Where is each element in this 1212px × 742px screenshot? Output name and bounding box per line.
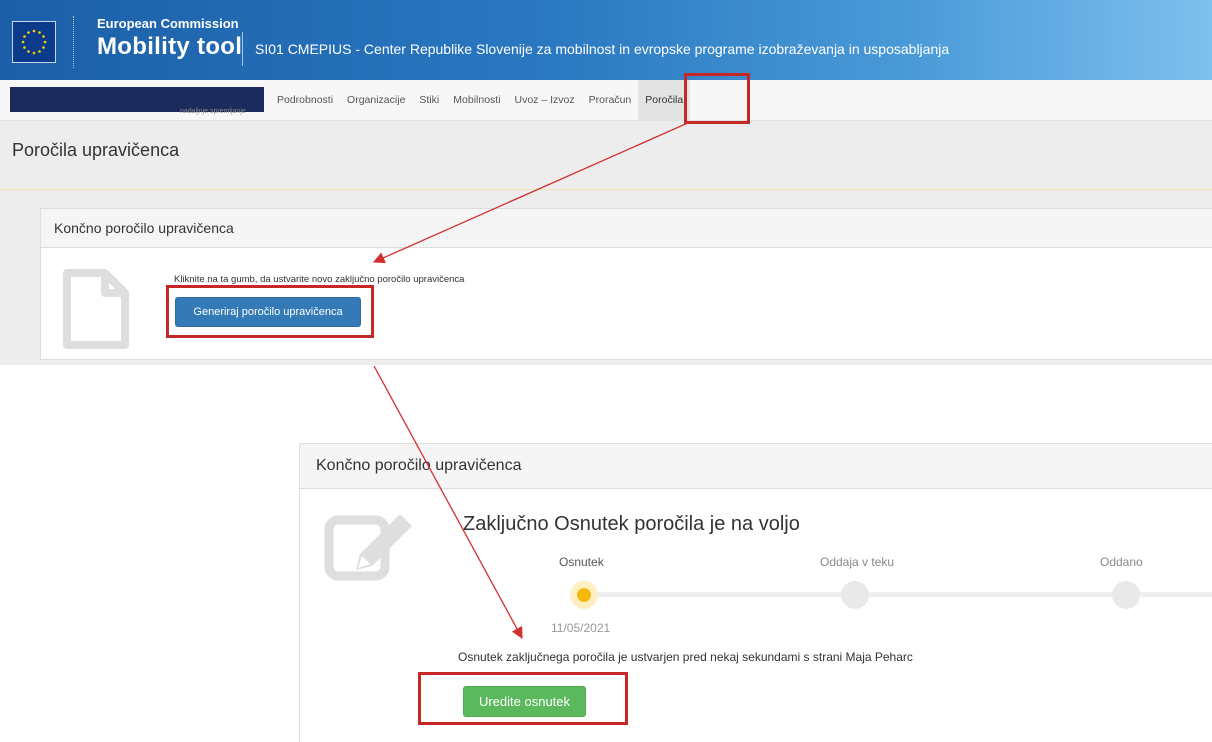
arrow-button-to-draft bbox=[373, 365, 523, 640]
annotation-arrows bbox=[372, 121, 691, 640]
arrow-tab-to-button bbox=[372, 121, 691, 264]
